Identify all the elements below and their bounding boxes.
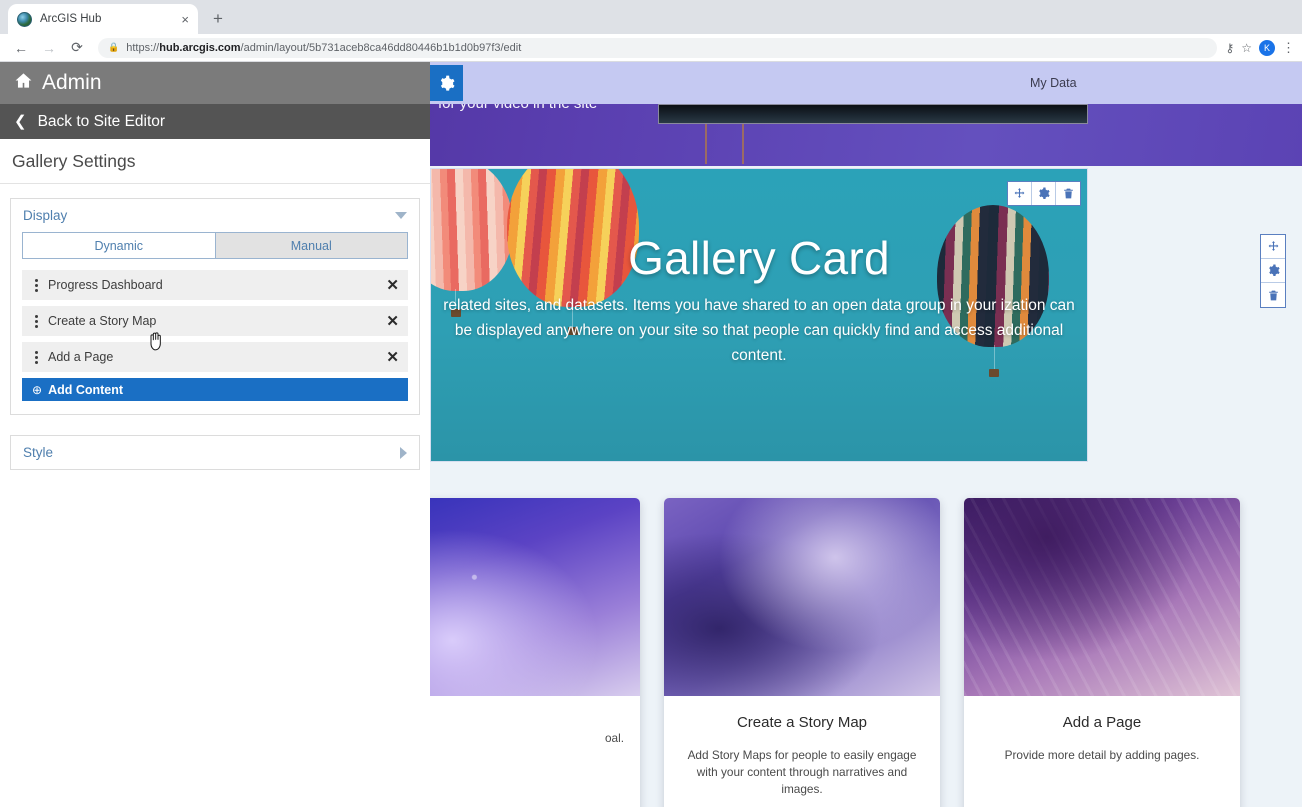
card-title: Add a Page <box>1062 714 1142 731</box>
back-to-site-editor-button[interactable]: ❮ Back to Site Editor <box>0 104 430 139</box>
tab-title: ArcGIS Hub <box>40 13 102 25</box>
list-item[interactable]: Progress Dashboard ✕ <box>22 270 408 300</box>
trash-icon[interactable] <box>1261 283 1285 307</box>
list-item[interactable]: Create a Story Map ✕ <box>22 306 408 336</box>
sidebar-admin-header: Admin <box>0 62 430 104</box>
card-image <box>964 498 1240 696</box>
list-item[interactable]: Add a Page ✕ <box>22 342 408 372</box>
style-panel-header[interactable]: Style <box>11 436 419 469</box>
back-icon[interactable]: ← <box>8 35 34 61</box>
card-image <box>664 498 940 696</box>
reload-icon[interactable]: ⟳ <box>64 35 90 61</box>
drag-handle-icon[interactable] <box>31 350 41 364</box>
nav-item-my-data[interactable]: My Data <box>1030 76 1077 90</box>
site-preview-header: My Data <box>430 62 1302 104</box>
move-icon[interactable] <box>1008 182 1032 205</box>
style-panel-title: Style <box>23 445 54 460</box>
display-panel: Display Dynamic Manual Progress Dashboar… <box>10 198 420 415</box>
drag-handle-icon[interactable] <box>31 278 41 292</box>
gear-icon[interactable] <box>1261 259 1285 283</box>
plus-circle-icon: ⊕ <box>32 382 43 397</box>
back-label: Back to Site Editor <box>37 112 166 130</box>
remove-icon[interactable]: ✕ <box>386 278 399 293</box>
close-icon[interactable]: × <box>181 13 189 26</box>
display-panel-body: Dynamic Manual Progress Dashboard ✕ Crea… <box>11 232 419 414</box>
banner-photo <box>658 104 1088 124</box>
list-item-label: Progress Dashboard <box>48 278 163 292</box>
page-title: Gallery Settings <box>0 139 430 184</box>
chevron-left-icon: ❮ <box>14 113 27 130</box>
display-mode-tabs: Dynamic Manual <box>22 232 408 259</box>
chevron-right-icon[interactable] <box>400 446 407 459</box>
password-key-icon[interactable]: ⚷ <box>1225 41 1234 55</box>
card-edit-toolbar <box>1007 181 1081 206</box>
toolbar-icon-group: ⚷ ☆ K ⋮ <box>1225 39 1295 56</box>
card-body: Add a Page Provide more detail by adding… <box>964 696 1240 807</box>
admin-label: Admin <box>42 71 102 94</box>
row-edit-toolbar <box>1260 234 1286 308</box>
address-bar[interactable]: 🔒 https://hub.arcgis.com/admin/layout/5b… <box>98 37 1218 58</box>
trash-icon[interactable] <box>1056 182 1080 205</box>
tab-dynamic[interactable]: Dynamic <box>23 233 215 258</box>
gear-icon[interactable] <box>430 65 463 101</box>
lock-icon: 🔒 <box>108 42 120 52</box>
admin-sidebar: Admin ❮ Back to Site Editor Gallery Sett… <box>0 62 430 807</box>
list-item-label: Add a Page <box>48 350 114 364</box>
gallery-card-grid: oal. Create a Story Map Add Story Maps f… <box>364 498 1240 807</box>
card-description: Add Story Maps for people to easily enga… <box>687 748 917 796</box>
globe-icon <box>17 11 32 27</box>
card-description: Provide more detail by adding pages. <box>1004 748 1200 762</box>
add-content-button[interactable]: ⊕ Add Content <box>22 378 408 401</box>
hero-subtitle: related sites, and datasets. Items you h… <box>443 297 1075 364</box>
bookmark-star-icon[interactable]: ☆ <box>1241 41 1252 55</box>
chevron-down-icon[interactable] <box>395 212 407 219</box>
gallery-card[interactable]: Add a Page Provide more detail by adding… <box>964 498 1240 807</box>
list-item-label: Create a Story Map <box>48 314 157 328</box>
gallery-card-hero[interactable]: Gallery Card related sites, and datasets… <box>430 168 1088 462</box>
avatar[interactable]: K <box>1259 39 1275 56</box>
browser-menu-icon[interactable]: ⋮ <box>1282 41 1295 54</box>
page-viewport: My Data for your video in the site <box>0 62 1302 807</box>
banner-pole-right <box>742 124 744 164</box>
add-content-label: Add Content <box>48 382 124 397</box>
display-panel-title: Display <box>23 208 68 223</box>
tab-strip: ArcGIS Hub × + <box>0 0 1302 34</box>
manual-content-list: Progress Dashboard ✕ Create a Story Map … <box>22 270 408 372</box>
drag-handle-icon[interactable] <box>31 314 41 328</box>
hero-title: Gallery Card <box>628 232 890 284</box>
move-icon[interactable] <box>1261 235 1285 259</box>
gallery-card[interactable]: Create a Story Map Add Story Maps for pe… <box>664 498 940 807</box>
url-text: https://hub.arcgis.com/admin/layout/5b73… <box>126 41 522 54</box>
display-panel-header[interactable]: Display <box>11 199 419 232</box>
balloon-basket <box>989 369 999 377</box>
browser-window: ArcGIS Hub × + ← → ⟳ 🔒 https://hub.arcgi… <box>0 0 1302 807</box>
banner-pole-left <box>705 124 707 164</box>
card-body: Create a Story Map Add Story Maps for pe… <box>664 696 940 807</box>
tab-manual[interactable]: Manual <box>214 233 407 258</box>
gear-icon[interactable] <box>1032 182 1056 205</box>
browser-tab[interactable]: ArcGIS Hub × <box>8 4 198 34</box>
home-icon <box>14 71 33 95</box>
style-panel: Style <box>10 435 420 470</box>
browser-toolbar: ← → ⟳ 🔒 https://hub.arcgis.com/admin/lay… <box>0 34 1302 62</box>
card-title: Create a Story Map <box>736 714 868 731</box>
remove-icon[interactable]: ✕ <box>386 314 399 329</box>
new-tab-button[interactable]: + <box>204 5 232 33</box>
remove-icon[interactable]: ✕ <box>386 350 399 365</box>
banner-clipped-text: for your video in the site <box>438 104 597 112</box>
forward-icon[interactable]: → <box>36 35 62 61</box>
